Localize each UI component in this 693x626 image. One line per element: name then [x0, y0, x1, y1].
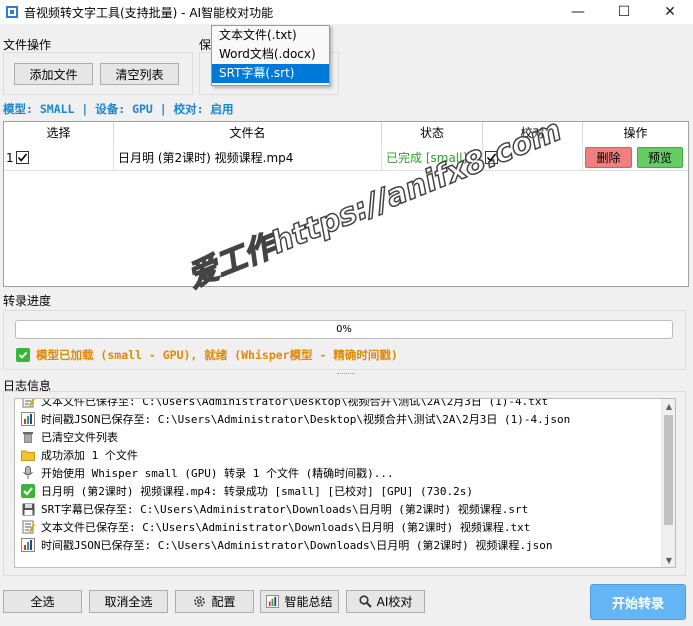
- log-line: 开始使用 Whisper small (GPU) 转录 1 个文件 (精确时间戳…: [15, 464, 675, 482]
- status-message: 模型已加载 (small - GPU), 就绪 (Whisper模型 - 精确时…: [36, 348, 398, 362]
- splitter-handle[interactable]: [337, 373, 355, 376]
- row-filename: 日月明 (第2课时) 视频课程.mp4: [114, 144, 382, 171]
- log-group: 文本文件已保存至: C:\Users\Administrator\Desktop…: [3, 391, 686, 576]
- config-label: 配置: [211, 595, 236, 609]
- folder-icon: [21, 448, 35, 462]
- log-line: 文本文件已保存至: C:\Users\Administrator\Desktop…: [15, 399, 675, 410]
- log-line: 文本文件已保存至: C:\Users\Administrator\Downloa…: [15, 518, 675, 536]
- check-box-icon: [16, 348, 30, 362]
- format-option-srt[interactable]: SRT字幕(.srt): [212, 64, 329, 83]
- log-line: 时间戳JSON已保存至: C:\Users\Administrator\Down…: [15, 536, 675, 554]
- save-format-label: 保: [199, 38, 212, 52]
- microphone-icon: [21, 466, 35, 480]
- file-ops-label: 文件操作: [3, 38, 52, 52]
- clear-list-button[interactable]: 清空列表: [100, 63, 179, 85]
- window-title: 音视频转文字工具(支持批量) - AI智能校对功能: [24, 5, 274, 20]
- app-icon: [4, 4, 20, 20]
- bar-chart-icon: [21, 538, 35, 552]
- floppy-icon: [21, 502, 35, 516]
- magnifier-icon: [359, 595, 372, 608]
- scroll-thumb[interactable]: [664, 415, 673, 525]
- progress-bar: 0%: [15, 320, 673, 339]
- row-index: 1: [6, 150, 14, 165]
- config-button[interactable]: 配置: [175, 590, 254, 613]
- bar-chart-icon: [21, 412, 35, 426]
- gear-icon: [193, 595, 206, 608]
- maximize-button[interactable]: ☐: [601, 0, 647, 24]
- check-icon: [21, 484, 35, 498]
- select-all-button[interactable]: 全选: [3, 590, 82, 613]
- log-lines: 文本文件已保存至: C:\Users\Administrator\Desktop…: [15, 399, 675, 554]
- progress-percent: 0%: [336, 324, 352, 335]
- start-transcribe-button[interactable]: 开始转录: [590, 584, 686, 620]
- minimize-button[interactable]: —: [555, 0, 601, 24]
- table-header: 选择 文件名 状态 校对 操作: [4, 122, 688, 144]
- log-textarea[interactable]: 文本文件已保存至: C:\Users\Administrator\Desktop…: [14, 398, 676, 568]
- log-line: 时间戳JSON已保存至: C:\Users\Administrator\Desk…: [15, 410, 675, 428]
- close-button[interactable]: ✕: [647, 0, 693, 24]
- progress-group: 0% 模型已加载 (small - GPU), 就绪 (Whisper模型 - …: [3, 310, 686, 370]
- header-actions[interactable]: 操作: [583, 122, 688, 144]
- smart-summary-button[interactable]: 智能总结: [260, 590, 339, 613]
- preview-row-button[interactable]: 预览: [637, 147, 683, 168]
- smart-summary-label: 智能总结: [284, 595, 333, 609]
- format-option-txt[interactable]: 文本文件(.txt): [212, 26, 329, 45]
- scroll-up-icon[interactable]: ▲: [662, 399, 675, 413]
- progress-label: 转录进度: [3, 294, 52, 308]
- header-select[interactable]: 选择: [4, 122, 114, 144]
- model-info-line: 模型: SMALL | 设备: GPU | 校对: 启用: [3, 102, 234, 116]
- format-dropdown[interactable]: 文本文件(.txt) Word文档(.docx) SRT字幕(.srt): [211, 25, 330, 86]
- title-bar: 音视频转文字工具(支持批量) - AI智能校对功能 — ☐ ✕: [0, 0, 693, 24]
- deselect-all-button[interactable]: 取消全选: [89, 590, 168, 613]
- delete-row-button[interactable]: 删除: [585, 147, 632, 168]
- table-row[interactable]: 1 日月明 (第2课时) 视频课程.mp4 已完成 [small] 删除 预览: [4, 144, 688, 171]
- check-mark-icon: [17, 153, 28, 162]
- log-line: SRT字幕已保存至: C:\Users\Administrator\Downlo…: [15, 500, 675, 518]
- add-file-button[interactable]: 添加文件: [14, 63, 93, 85]
- row-select-checkbox[interactable]: [16, 151, 29, 164]
- memo-icon: [21, 399, 35, 408]
- ai-proofread-button[interactable]: AI校对: [346, 590, 425, 613]
- ai-proofread-label: AI校对: [376, 595, 413, 609]
- bar-chart-icon: [266, 595, 280, 608]
- trash-icon: [21, 430, 35, 444]
- log-scrollbar[interactable]: ▲ ▼: [661, 399, 675, 567]
- memo-icon: [21, 520, 35, 534]
- scroll-down-icon[interactable]: ▼: [662, 553, 675, 567]
- format-option-docx[interactable]: Word文档(.docx): [212, 45, 329, 64]
- log-line: 日月明 (第2课时) 视频课程.mp4: 转录成功 [small] [已校对] …: [15, 482, 675, 500]
- header-filename[interactable]: 文件名: [114, 122, 382, 144]
- log-line: 已清空文件列表: [15, 428, 675, 446]
- log-line: 成功添加 1 个文件: [15, 446, 675, 464]
